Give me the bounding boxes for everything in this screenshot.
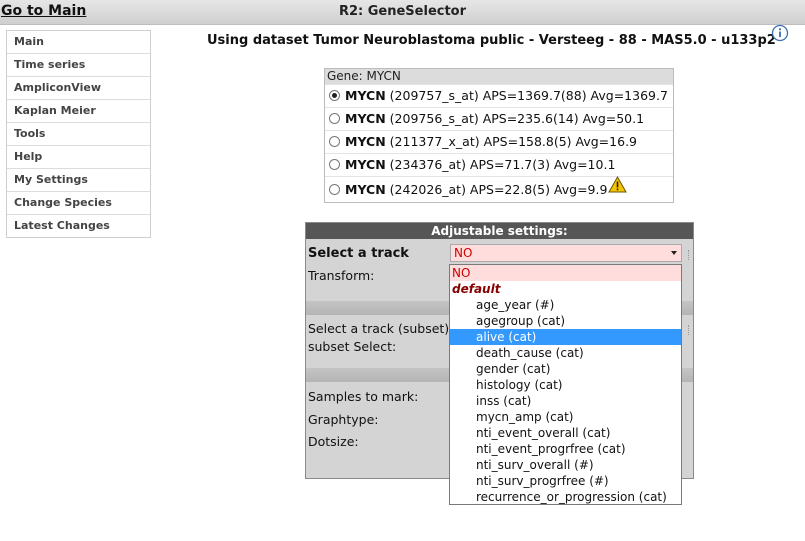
probe-row[interactable]: MYCN (211377_x_at) APS=158.8(5) Avg=16.9: [325, 130, 673, 153]
probe-radio[interactable]: [329, 184, 340, 195]
probe-radio[interactable]: [329, 113, 340, 124]
dropdown-option[interactable]: nti_surv_overall (#): [450, 457, 681, 473]
sidebar-item-kaplan-meier[interactable]: Kaplan Meier: [7, 100, 150, 123]
top-bar: Go to Main R2: GeneSelector: [0, 0, 805, 25]
dropdown-option[interactable]: recurrence_or_progression (cat): [450, 489, 681, 504]
settings-header: Adjustable settings:: [306, 223, 693, 239]
probe-row[interactable]: MYCN (234376_at) APS=71.7(3) Avg=10.1: [325, 153, 673, 176]
dropdown-option[interactable]: histology (cat): [450, 377, 681, 393]
select-track-subset-label: Select a track (subset): [308, 321, 450, 336]
dropdown-option[interactable]: mycn_amp (cat): [450, 409, 681, 425]
warning-icon: [608, 175, 628, 201]
sidebar-item-latest-changes[interactable]: Latest Changes: [7, 215, 150, 237]
samples-to-mark-label: Samples to mark:: [308, 389, 419, 404]
probe-gene-symbol: MYCN: [345, 182, 386, 197]
track-dropdown-list[interactable]: NO default age_year (#) agegroup (cat) a…: [449, 264, 682, 505]
app-title: R2: GeneSelector: [338, 4, 467, 19]
dropdown-option[interactable]: nti_event_overall (cat): [450, 425, 681, 441]
dropdown-option[interactable]: gender (cat): [450, 361, 681, 377]
sidebar-item-tools[interactable]: Tools: [7, 123, 150, 146]
probe-row[interactable]: MYCN (209757_s_at) APS=1369.7(88) Avg=13…: [325, 84, 673, 107]
dotsize-label: Dotsize:: [308, 434, 359, 449]
dropdown-option-selected[interactable]: alive (cat): [450, 329, 681, 345]
probe-details: (209757_s_at) APS=1369.7(88) Avg=1369.7: [389, 88, 668, 103]
probe-gene-symbol: MYCN: [345, 111, 386, 126]
sidebar: Main Time series AmpliconView Kaplan Mei…: [6, 30, 151, 238]
sidebar-item-main[interactable]: Main: [7, 31, 150, 54]
resize-grip: [688, 325, 691, 335]
gene-probe-table: Gene: MYCN MYCN (209757_s_at) APS=1369.7…: [324, 68, 674, 203]
probe-gene-symbol: MYCN: [345, 157, 386, 172]
dropdown-option[interactable]: agegroup (cat): [450, 313, 681, 329]
select-track-label: Select a track: [308, 246, 409, 261]
dropdown-option[interactable]: death_cause (cat): [450, 345, 681, 361]
probe-radio[interactable]: [329, 90, 340, 101]
gene-table-header: Gene: MYCN: [325, 69, 673, 84]
sidebar-item-time-series[interactable]: Time series: [7, 54, 150, 77]
probe-row[interactable]: MYCN (209756_s_at) APS=235.6(14) Avg=50.…: [325, 107, 673, 130]
probe-details: (209756_s_at) APS=235.6(14) Avg=50.1: [389, 111, 645, 126]
graphtype-label: Graphtype:: [308, 412, 379, 427]
sidebar-item-ampliconview[interactable]: AmpliconView: [7, 77, 150, 100]
probe-gene-symbol: MYCN: [345, 134, 386, 149]
probe-details: (242026_at) APS=22.8(5) Avg=9.9: [389, 182, 608, 197]
probe-details: (234376_at) APS=71.7(3) Avg=10.1: [389, 157, 616, 172]
dataset-title: Using dataset Tumor Neuroblastoma public…: [207, 33, 776, 48]
probe-gene-symbol: MYCN: [345, 88, 386, 103]
subset-select-label: subset Select:: [308, 339, 397, 354]
dropdown-option-no[interactable]: NO: [450, 265, 681, 281]
chevron-down-icon[interactable]: [671, 251, 677, 255]
dropdown-option[interactable]: nti_surv_progrfree (#): [450, 473, 681, 489]
dropdown-option[interactable]: age_year (#): [450, 297, 681, 313]
probe-radio[interactable]: [329, 136, 340, 147]
track-select-value: NO: [454, 246, 473, 260]
sidebar-item-change-species[interactable]: Change Species: [7, 192, 150, 215]
dropdown-option[interactable]: nti_event_progrfree (cat): [450, 441, 681, 457]
sidebar-item-my-settings[interactable]: My Settings: [7, 169, 150, 192]
resize-grip: [688, 250, 691, 260]
probe-row[interactable]: MYCN (242026_at) APS=22.8(5) Avg=9.9: [325, 175, 673, 202]
track-select[interactable]: NO: [450, 244, 682, 262]
dropdown-group-default: default: [452, 282, 501, 296]
info-icon[interactable]: [771, 24, 789, 46]
transform-label: Transform:: [308, 268, 375, 283]
probe-radio[interactable]: [329, 159, 340, 170]
sidebar-item-help[interactable]: Help: [7, 146, 150, 169]
probe-details: (211377_x_at) APS=158.8(5) Avg=16.9: [389, 134, 637, 149]
dropdown-option[interactable]: inss (cat): [450, 393, 681, 409]
